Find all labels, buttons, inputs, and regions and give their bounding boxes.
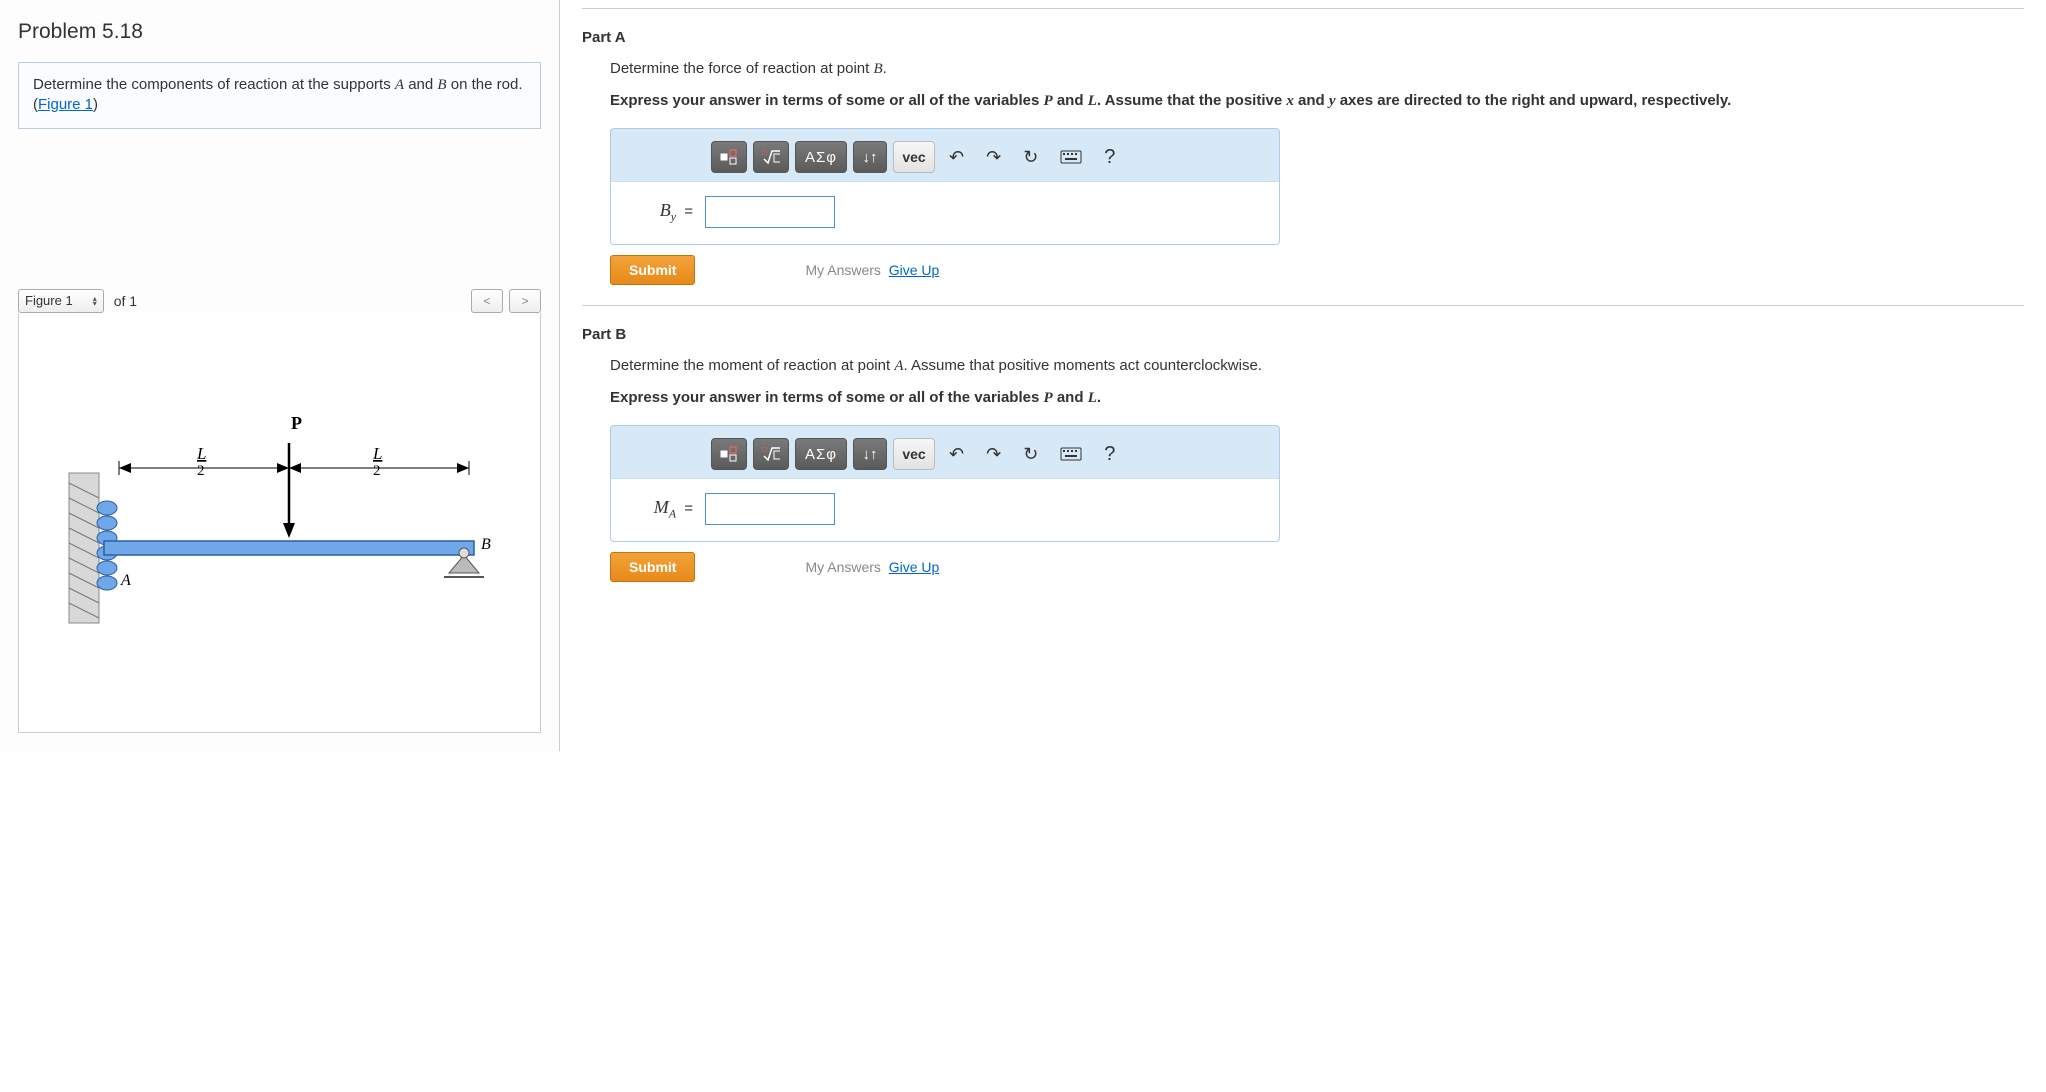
part-b-body: Determine the moment of reaction at poin… bbox=[582, 355, 2024, 582]
sqrt-button[interactable]: □ bbox=[753, 438, 789, 470]
problem-statement: Determine the components of reaction at … bbox=[18, 62, 541, 129]
part-a-actions: Submit My Answers Give Up bbox=[610, 255, 2024, 285]
updown-button[interactable]: ↓↑ bbox=[853, 141, 887, 173]
templates-button[interactable] bbox=[711, 141, 747, 173]
svg-text:2: 2 bbox=[373, 463, 381, 479]
help-button[interactable]: ? bbox=[1096, 438, 1123, 470]
reset-button[interactable]: ↻ bbox=[1015, 438, 1046, 470]
templates-button[interactable] bbox=[711, 438, 747, 470]
figure-selector[interactable]: Figure 1 ▴▾ bbox=[18, 289, 104, 313]
part-a-submit-button[interactable]: Submit bbox=[610, 255, 695, 285]
svg-text:L: L bbox=[196, 444, 206, 463]
problem-title: Problem 5.18 bbox=[18, 20, 541, 44]
figure-selector-label: Figure 1 bbox=[25, 293, 73, 308]
part-a-prompt: Determine the force of reaction at point… bbox=[610, 58, 2024, 80]
redo-button[interactable]: ↷ bbox=[978, 438, 1009, 470]
my-answers-label: My Answers bbox=[805, 559, 880, 575]
text: and bbox=[404, 76, 437, 93]
give-up-link[interactable]: Give Up bbox=[889, 559, 940, 575]
part-a-toolbar: □ ΑΣφ ↓↑ vec ↶ ↷ ↻ ? bbox=[611, 129, 1279, 181]
svg-text:P: P bbox=[291, 413, 302, 433]
part-b-prompt: Determine the moment of reaction at poin… bbox=[610, 355, 2024, 377]
reset-button[interactable]: ↻ bbox=[1015, 141, 1046, 173]
svg-text:□: □ bbox=[762, 446, 767, 454]
part-b-links: My Answers Give Up bbox=[805, 559, 939, 575]
part-a-links: My Answers Give Up bbox=[805, 262, 939, 278]
figure-canvas: P L 2 L 2 A B bbox=[18, 313, 541, 733]
svg-text:□: □ bbox=[762, 149, 767, 157]
var-a: A bbox=[395, 77, 404, 93]
right-pane: Part A Determine the force of reaction a… bbox=[560, 0, 2046, 751]
updown-button[interactable]: ↓↑ bbox=[853, 438, 887, 470]
undo-button[interactable]: ↶ bbox=[941, 141, 972, 173]
part-b-answer-input[interactable] bbox=[705, 493, 835, 525]
undo-button[interactable]: ↶ bbox=[941, 438, 972, 470]
sqrt-button[interactable]: □ bbox=[753, 141, 789, 173]
part-b-toolbar: □ ΑΣφ ↓↑ vec ↶ ↷ ↻ ? bbox=[611, 426, 1279, 478]
stepper-icon: ▴▾ bbox=[93, 296, 97, 306]
part-b-answer-label: MA = bbox=[623, 497, 693, 522]
figure-svg: P L 2 L 2 A B bbox=[49, 413, 529, 673]
figure-next-button[interactable]: > bbox=[509, 289, 541, 313]
part-a-answer-label: By = bbox=[623, 200, 693, 225]
var-b: B bbox=[437, 77, 446, 93]
part-b-heading: Part B bbox=[582, 326, 2024, 343]
keyboard-button[interactable] bbox=[1052, 141, 1090, 173]
svg-text:B: B bbox=[481, 536, 491, 553]
svg-text:2: 2 bbox=[197, 463, 205, 479]
part-a-answer-input[interactable] bbox=[705, 196, 835, 228]
text: Determine the components of reaction at … bbox=[33, 76, 395, 93]
help-button[interactable]: ? bbox=[1096, 141, 1123, 173]
part-b-actions: Submit My Answers Give Up bbox=[610, 552, 2024, 582]
vec-button[interactable]: vec bbox=[893, 141, 935, 173]
part-a-heading: Part A bbox=[582, 29, 2024, 46]
part-b-answer-box: □ ΑΣφ ↓↑ vec ↶ ↷ ↻ ? MA = bbox=[610, 425, 1280, 542]
part-b-answer-row: MA = bbox=[611, 478, 1279, 541]
part-b-submit-button[interactable]: Submit bbox=[610, 552, 695, 582]
greek-button[interactable]: ΑΣφ bbox=[795, 438, 847, 470]
vec-button[interactable]: vec bbox=[893, 438, 935, 470]
part-a-answer-row: By = bbox=[611, 181, 1279, 244]
left-pane: Problem 5.18 Determine the components of… bbox=[0, 0, 560, 751]
text: ) bbox=[93, 96, 98, 113]
figure-link[interactable]: Figure 1 bbox=[38, 96, 93, 113]
my-answers-label: My Answers bbox=[805, 262, 880, 278]
figure-nav-bar: Figure 1 ▴▾ of 1 < > bbox=[18, 289, 541, 313]
part-a-answer-box: □ ΑΣφ ↓↑ vec ↶ ↷ ↻ ? By = bbox=[610, 128, 1280, 245]
keyboard-button[interactable] bbox=[1052, 438, 1090, 470]
greek-button[interactable]: ΑΣφ bbox=[795, 141, 847, 173]
figure-prev-button[interactable]: < bbox=[471, 289, 503, 313]
svg-text:A: A bbox=[120, 572, 131, 589]
svg-text:L: L bbox=[372, 444, 382, 463]
figure-count: of 1 bbox=[114, 293, 137, 309]
part-a-body: Determine the force of reaction at point… bbox=[582, 58, 2024, 285]
part-b-instructions: Express your answer in terms of some or … bbox=[610, 387, 2024, 409]
part-a-instructions: Express your answer in terms of some or … bbox=[610, 90, 2024, 112]
redo-button[interactable]: ↷ bbox=[978, 141, 1009, 173]
give-up-link[interactable]: Give Up bbox=[889, 262, 940, 278]
